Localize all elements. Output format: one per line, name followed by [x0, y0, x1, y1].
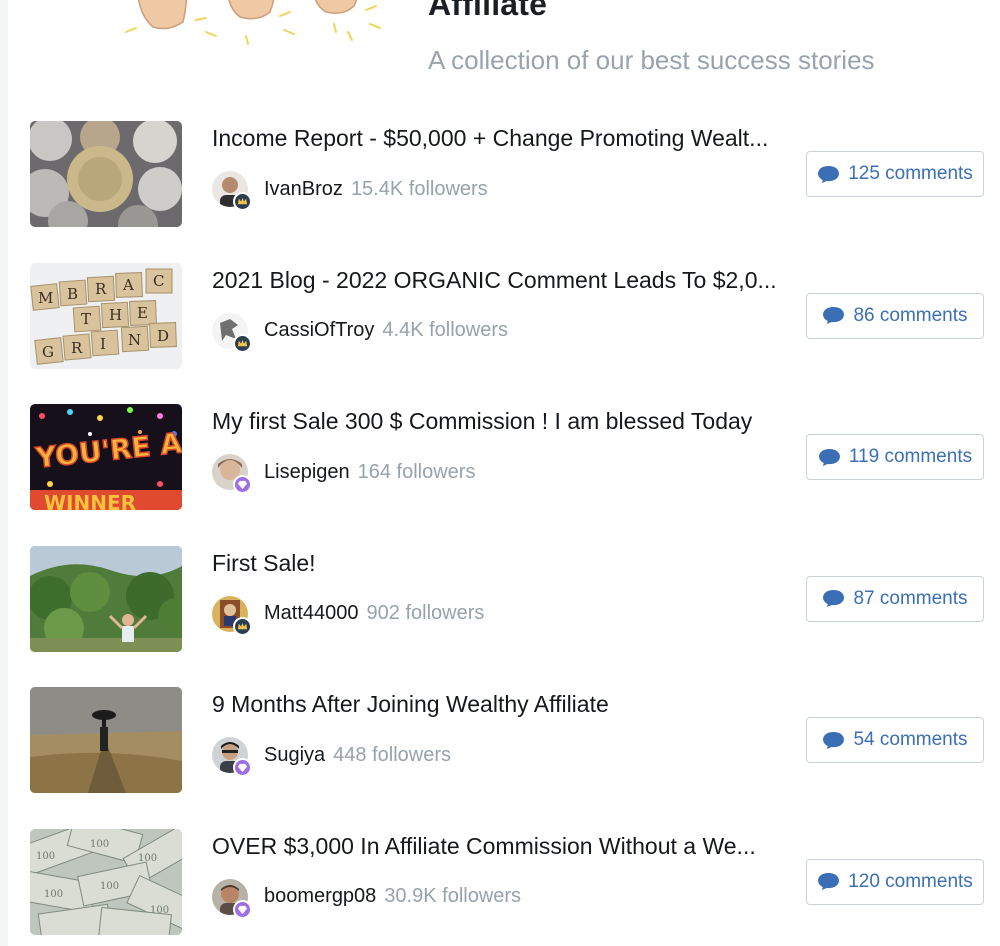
svg-text:R: R: [95, 280, 107, 298]
post-author: Sugiya 448 followers: [212, 735, 451, 778]
author-followers: 902 followers: [366, 602, 485, 625]
comments-button[interactable]: 125 comments: [806, 151, 984, 197]
comment-bubble-icon: [818, 873, 840, 891]
post-author: Matt44000 902 followers: [212, 594, 485, 636]
author-avatar-wrap[interactable]: [212, 595, 252, 636]
svg-text:M: M: [38, 289, 53, 307]
author-username[interactable]: Matt44000: [264, 602, 359, 625]
comments-button[interactable]: 54 comments: [806, 717, 984, 764]
post-thumbnail-dollar-bills[interactable]: 100 100 100 100 100 100: [30, 828, 182, 935]
author-username[interactable]: Lisepigen: [264, 461, 350, 484]
crown-icon: [233, 333, 252, 353]
svg-text:D: D: [157, 327, 169, 345]
svg-text:100: 100: [150, 905, 169, 916]
comments-count: 54 comments: [853, 729, 968, 751]
comments-button[interactable]: 119 comments: [806, 434, 984, 481]
svg-text:E: E: [137, 304, 148, 322]
svg-text:H: H: [109, 306, 122, 324]
svg-text:A: A: [122, 276, 134, 294]
svg-text:100: 100: [36, 851, 55, 862]
page-title: Affiliate: [428, 0, 548, 22]
svg-text:T: T: [81, 310, 91, 328]
svg-text:C: C: [153, 272, 164, 290]
post-thumbnail-umbrella-field[interactable]: [30, 687, 182, 794]
author-avatar-wrap[interactable]: [212, 454, 252, 495]
comment-bubble-icon: [823, 731, 845, 749]
comment-bubble-icon: [818, 165, 840, 183]
comment-bubble-icon: [818, 448, 840, 466]
success-stories-list: Income Report - $50,000 + Change Promoti…: [8, 121, 1000, 946]
crown-icon: [233, 192, 252, 211]
comments-count: 119 comments: [848, 446, 973, 468]
post-author: CassiOfTroy 4.4K followers: [212, 311, 509, 353]
list-item: YOU'RE A WINNER My first Sale 300 $ Comm…: [8, 404, 1000, 546]
author-avatar-wrap[interactable]: [212, 737, 252, 778]
author-avatar-wrap[interactable]: [212, 171, 252, 211]
diamond-icon: [233, 899, 252, 919]
svg-text:100: 100: [44, 889, 63, 900]
comments-count: 125 comments: [848, 163, 973, 184]
comment-bubble-icon: [823, 307, 845, 325]
author-username[interactable]: Sugiya: [264, 744, 325, 767]
post-author: Lisepigen 164 followers: [212, 452, 476, 495]
list-item: MBR AC THE GRI ND 2021 Blog - 2022 ORGAN…: [8, 262, 1000, 405]
author-username[interactable]: boomergp08: [264, 885, 376, 908]
post-thumbnail-coins[interactable]: [30, 121, 182, 227]
svg-text:N: N: [128, 331, 141, 349]
author-avatar-wrap[interactable]: [212, 312, 252, 353]
list-item: Income Report - $50,000 + Change Promoti…: [8, 121, 1000, 263]
diamond-icon: [233, 475, 252, 495]
svg-text:G: G: [42, 343, 54, 361]
svg-text:R: R: [71, 339, 83, 357]
list-item: 9 Months After Joining Wealthy Affiliate…: [8, 687, 1000, 829]
post-title-link[interactable]: OVER $3,000 In Affiliate Commission With…: [212, 833, 797, 860]
post-title-link[interactable]: 2021 Blog - 2022 ORGANIC Comment Leads T…: [212, 267, 797, 294]
post-author: IvanBroz 15.4K followers: [212, 169, 488, 211]
svg-text:WINNER: WINNER: [44, 491, 136, 510]
crown-icon: [233, 616, 252, 636]
post-thumbnail-scrabble[interactable]: MBR AC THE GRI ND: [30, 262, 182, 369]
post-thumbnail-celebrating-man[interactable]: [30, 545, 182, 652]
comments-count: 87 comments: [853, 587, 968, 609]
svg-text:100: 100: [90, 839, 109, 850]
clapping-hands-illustration: [125, 0, 381, 45]
post-title-link[interactable]: 9 Months After Joining Wealthy Affiliate: [212, 691, 797, 718]
author-followers: 15.4K followers: [350, 177, 488, 200]
author-username[interactable]: IvanBroz: [264, 178, 343, 201]
post-title-link[interactable]: Income Report - $50,000 + Change Promoti…: [212, 125, 797, 152]
author-followers: 30.9K followers: [384, 885, 522, 908]
comments-button[interactable]: 87 comments: [806, 575, 984, 622]
comments-button[interactable]: 120 comments: [806, 858, 984, 905]
post-author: boomergp08 30.9K followers: [212, 877, 522, 919]
comments-button[interactable]: 86 comments: [806, 292, 984, 339]
page-subtitle: A collection of our best success stories: [428, 45, 875, 75]
comment-bubble-icon: [823, 590, 845, 608]
comments-count: 86 comments: [853, 304, 968, 326]
post-title-link[interactable]: My first Sale 300 $ Commission ! I am bl…: [212, 408, 797, 435]
svg-text:B: B: [67, 285, 78, 303]
list-item: 100 100 100 100 100 100 OVER $3,000 In Affi…: [8, 828, 1000, 946]
post-title-link[interactable]: First Sale!: [212, 550, 797, 577]
comments-count: 120 comments: [848, 870, 973, 892]
author-followers: 4.4K followers: [382, 319, 509, 342]
success-stories-panel: Affiliate A collection of our best succe…: [8, 0, 1000, 946]
author-followers: 164 followers: [357, 460, 476, 483]
post-thumbnail-winner[interactable]: YOU'RE A WINNER: [30, 404, 182, 511]
list-item: First Sale! Matt44000 902 followers 87 c…: [8, 545, 1000, 688]
svg-text:I: I: [100, 335, 106, 353]
author-followers: 448 followers: [333, 743, 451, 766]
author-username[interactable]: CassiOfTroy: [264, 319, 374, 342]
svg-text:100: 100: [100, 881, 119, 892]
diamond-icon: [233, 758, 252, 778]
svg-text:100: 100: [138, 853, 157, 864]
author-avatar-wrap[interactable]: [212, 878, 252, 919]
